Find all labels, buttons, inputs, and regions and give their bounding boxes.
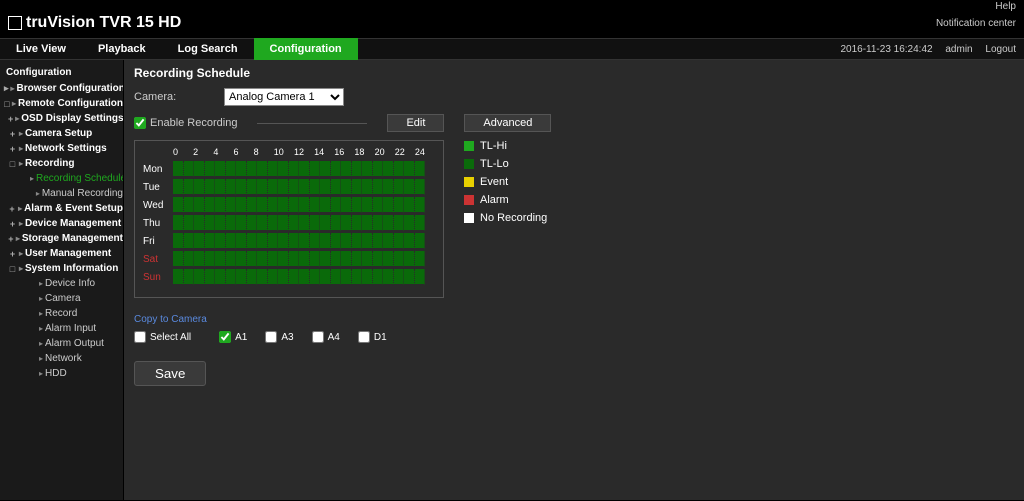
day-grid-row[interactable] xyxy=(173,161,425,177)
hour-label: 12 xyxy=(294,147,314,157)
nav-log-search[interactable]: Log Search xyxy=(162,38,254,60)
hour-label: 4 xyxy=(213,147,233,157)
sidebar: Configuration ▸▸Browser Configuration□▸R… xyxy=(0,60,123,500)
sidebar-item[interactable]: +▸Alarm & Event Setup xyxy=(0,201,123,216)
main-nav: Live View Playback Log Search Configurat… xyxy=(0,38,1024,60)
brand-logo: truVision TVR 15 HD xyxy=(8,14,181,32)
sidebar-item[interactable]: □▸Remote Configuration xyxy=(0,96,123,111)
sidebar-item[interactable]: ▸Alarm Output xyxy=(0,336,123,351)
sidebar-item[interactable]: ▸Camera xyxy=(0,291,123,306)
brand-text: truVision TVR 15 HD xyxy=(26,14,181,32)
sidebar-item[interactable]: +▸OSD Display Settings xyxy=(0,111,123,126)
hour-label: 0 xyxy=(173,147,193,157)
legend-swatch xyxy=(464,159,474,169)
sidebar-item[interactable]: +▸Network Settings xyxy=(0,141,123,156)
day-label: Tue xyxy=(143,182,173,193)
sidebar-item[interactable]: □▸Recording xyxy=(0,156,123,171)
select-all-checkbox[interactable]: Select All xyxy=(134,331,191,343)
hour-label: 18 xyxy=(354,147,374,157)
nav-playback[interactable]: Playback xyxy=(82,38,162,60)
copy-target-checkbox[interactable]: A3 xyxy=(265,331,293,343)
copy-target-checkbox[interactable]: A4 xyxy=(312,331,340,343)
edit-button[interactable]: Edit xyxy=(387,114,444,132)
sidebar-title: Configuration xyxy=(0,64,123,81)
sidebar-item[interactable]: ▸HDD xyxy=(0,366,123,381)
hour-label: 24 xyxy=(415,147,435,157)
day-grid-row[interactable] xyxy=(173,233,425,249)
sidebar-item[interactable]: ▸Device Info xyxy=(0,276,123,291)
legend-item: TL-Lo xyxy=(464,158,547,170)
day-grid-row[interactable] xyxy=(173,179,425,195)
save-button[interactable]: Save xyxy=(134,361,206,386)
content-title: Recording Schedule xyxy=(134,66,1014,80)
sidebar-item[interactable]: +▸Storage Management xyxy=(0,231,123,246)
sidebar-item[interactable]: ▸Manual Recording xyxy=(0,186,123,201)
admin-link[interactable]: admin xyxy=(945,44,972,55)
schedule-grid[interactable]: 024681012141618202224 MonTueWedThuFriSat… xyxy=(134,140,444,298)
camera-label: Camera: xyxy=(134,91,214,103)
day-label: Sun xyxy=(143,272,173,283)
hour-label: 22 xyxy=(395,147,415,157)
day-label: Sat xyxy=(143,254,173,265)
legend-swatch xyxy=(464,195,474,205)
logo-icon xyxy=(8,16,22,30)
sidebar-item[interactable]: ▸Alarm Input xyxy=(0,321,123,336)
legend: TL-Hi TL-Lo Event Alarm No Recording xyxy=(464,140,547,230)
sidebar-item[interactable]: +▸User Management xyxy=(0,246,123,261)
day-grid-row[interactable] xyxy=(173,251,425,267)
legend-item: No Recording xyxy=(464,212,547,224)
camera-select[interactable]: Analog Camera 1 xyxy=(224,88,344,106)
hour-label: 6 xyxy=(233,147,253,157)
hour-label: 16 xyxy=(334,147,354,157)
hour-label: 20 xyxy=(375,147,395,157)
notification-center-link[interactable]: Notification center xyxy=(936,18,1016,29)
sidebar-item[interactable]: ▸Record xyxy=(0,306,123,321)
sidebar-item[interactable]: ▸Recording Schedule xyxy=(0,171,123,186)
legend-swatch xyxy=(464,213,474,223)
day-grid-row[interactable] xyxy=(173,215,425,231)
hour-label: 8 xyxy=(254,147,274,157)
day-grid-row[interactable] xyxy=(173,269,425,285)
nav-configuration[interactable]: Configuration xyxy=(254,38,358,60)
legend-swatch xyxy=(464,141,474,151)
day-label: Thu xyxy=(143,218,173,229)
copy-to-camera-link[interactable]: Copy to Camera xyxy=(134,314,207,325)
advanced-button[interactable]: Advanced xyxy=(464,114,551,132)
sidebar-item[interactable]: ▸▸Browser Configuration xyxy=(0,81,123,96)
sidebar-item[interactable]: □▸System Information xyxy=(0,261,123,276)
sidebar-item[interactable]: +▸Camera Setup xyxy=(0,126,123,141)
content-panel: Recording Schedule Camera: Analog Camera… xyxy=(123,60,1024,500)
logout-link[interactable]: Logout xyxy=(985,44,1016,55)
day-label: Fri xyxy=(143,236,173,247)
hour-label: 2 xyxy=(193,147,213,157)
copy-target-checkbox[interactable]: A1 xyxy=(219,331,247,343)
legend-item: Alarm xyxy=(464,194,547,206)
sidebar-item[interactable]: +▸Device Management xyxy=(0,216,123,231)
datetime: 2016-11-23 16:24:42 xyxy=(840,44,932,55)
copy-target-checkbox[interactable]: D1 xyxy=(358,331,387,343)
legend-item: Event xyxy=(464,176,547,188)
day-grid-row[interactable] xyxy=(173,197,425,213)
help-link[interactable]: Help xyxy=(995,1,1016,12)
enable-recording-checkbox[interactable]: Enable Recording xyxy=(134,117,237,129)
sidebar-item[interactable]: ▸Network xyxy=(0,351,123,366)
hour-label: 14 xyxy=(314,147,334,157)
nav-live-view[interactable]: Live View xyxy=(0,38,82,60)
day-label: Mon xyxy=(143,164,173,175)
hour-label: 10 xyxy=(274,147,294,157)
day-label: Wed xyxy=(143,200,173,211)
legend-item: TL-Hi xyxy=(464,140,547,152)
legend-swatch xyxy=(464,177,474,187)
